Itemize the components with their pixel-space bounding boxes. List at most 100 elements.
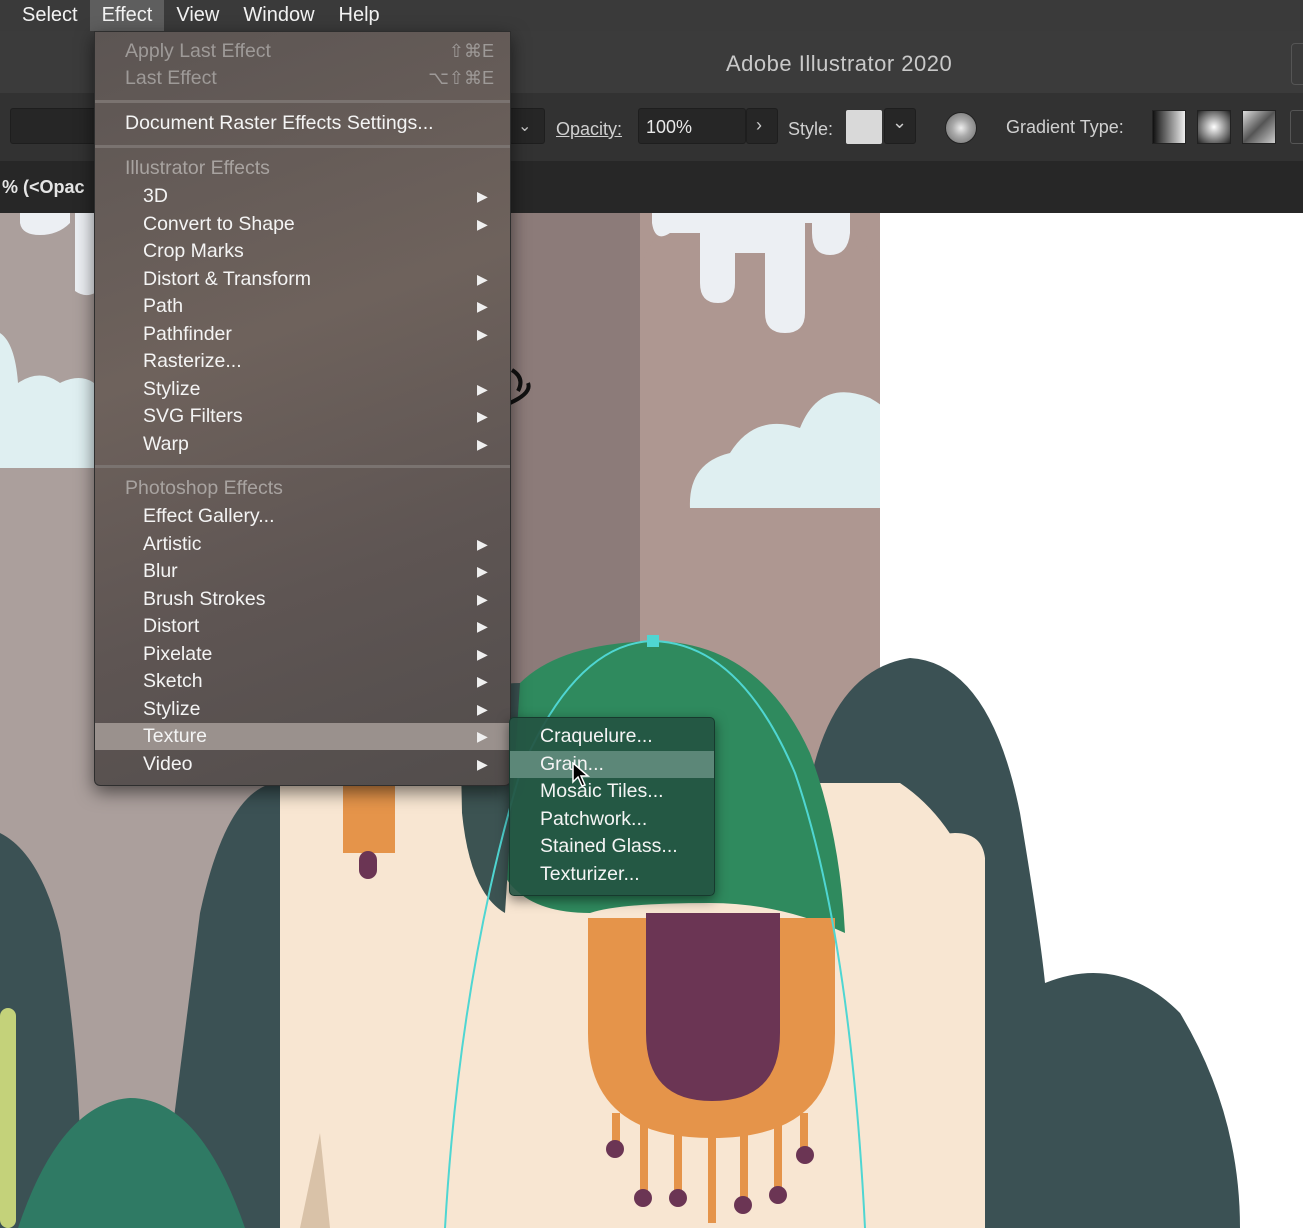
chevron-right-icon: › [756, 115, 762, 135]
left-field[interactable] [10, 108, 98, 144]
shortcut-label: ⇧⌘E [448, 41, 494, 61]
menu-item-effect-gallery[interactable]: Effect Gallery... [95, 503, 510, 530]
submenu-arrow-icon: ▶ [477, 728, 488, 744]
menu-item-convert-to-shape[interactable]: Convert to Shape ▶ [95, 211, 510, 238]
menu-item-stylize[interactable]: Stylize ▶ [95, 696, 510, 723]
linear-gradient-icon[interactable] [1152, 110, 1186, 144]
menu-item-sketch[interactable]: Sketch ▶ [95, 668, 510, 695]
menu-item-brush-strokes[interactable]: Brush Strokes ▶ [95, 586, 510, 613]
menu-item-label: Convert to Shape [143, 212, 295, 235]
menu-item-label: Artistic [143, 532, 202, 555]
menu-item-label: Sketch [143, 670, 203, 692]
menu-item-warp[interactable]: Warp ▶ [95, 431, 510, 458]
gradient-type-label: Gradient Type: [1006, 117, 1124, 137]
menu-item-last-effect[interactable]: Last Effect ⌥⇧⌘E [95, 65, 510, 92]
submenu-arrow-icon: ▶ [477, 755, 488, 772]
menu-item-path[interactable]: Path ▶ [95, 293, 510, 320]
menu-item-label: Document Raster Effects Settings... [125, 112, 434, 134]
recolor-artwork-icon[interactable] [945, 112, 977, 144]
submenu-arrow-icon: ▶ [477, 673, 488, 689]
menu-item-label: SVG Filters [143, 405, 243, 427]
chevron-down-icon[interactable]: ⌄ [518, 116, 531, 136]
menu-item-label: Crop Marks [143, 240, 244, 262]
mouse-cursor-icon [572, 762, 590, 787]
menu-window[interactable]: Window [231, 0, 326, 31]
submenu-item-stained-glass[interactable]: Stained Glass... [510, 833, 714, 860]
menu-item-apply-last-effect[interactable]: Apply Last Effect ⇧⌘E [95, 38, 510, 65]
menu-item-distort-transform[interactable]: Distort & Transform ▶ [95, 266, 510, 293]
illustrator-effects-header: Illustrator Effects [95, 155, 510, 182]
menu-item-pathfinder[interactable]: Pathfinder ▶ [95, 321, 510, 348]
submenu-item-label: Craquelure... [540, 725, 653, 747]
menu-item-crop-marks[interactable]: Crop Marks [95, 238, 510, 265]
radial-gradient-icon[interactable] [1197, 110, 1231, 144]
submenu-arrow-icon: ▶ [477, 325, 488, 342]
menu-item-pixelate[interactable]: Pixelate ▶ [95, 641, 510, 668]
submenu-item-label: Mosaic Tiles... [540, 780, 664, 802]
submenu-item-mosaic-tiles[interactable]: Mosaic Tiles... [510, 778, 714, 805]
opacity-input[interactable]: 100% [638, 108, 746, 144]
submenu-arrow-icon: ▶ [477, 645, 488, 662]
style-swatch[interactable] [846, 110, 882, 144]
menu-item-video[interactable]: Video ▶ [95, 751, 510, 778]
menu-item-rasterize[interactable]: Rasterize... [95, 348, 510, 375]
menu-item-3d[interactable]: 3D ▶ [95, 183, 510, 210]
panel-edge [1291, 43, 1303, 85]
submenu-arrow-icon: ▶ [477, 408, 488, 424]
menu-item-document-raster-effects-settings[interactable]: Document Raster Effects Settings... [95, 110, 510, 137]
menu-separator [95, 100, 510, 103]
document-tab[interactable]: % (<Opac [2, 177, 85, 198]
submenu-item-grain[interactable]: Grain... [510, 750, 714, 778]
menu-item-label: Brush Strokes [143, 587, 266, 610]
opacity-arrow-button[interactable]: › [746, 108, 778, 144]
menu-bar: Select Effect View Window Help [0, 0, 1303, 31]
shortcut-label: ⌥⇧⌘E [428, 68, 494, 88]
menu-help[interactable]: Help [327, 0, 392, 31]
menu-item-label: Blur [143, 560, 178, 582]
menu-item-distort[interactable]: Distort ▶ [95, 613, 510, 640]
menu-item-artistic[interactable]: Artistic ▶ [95, 531, 510, 558]
submenu-item-label: Stained Glass... [540, 835, 678, 857]
submenu-arrow-icon: ▶ [477, 435, 488, 452]
menu-item-label: Path [143, 295, 184, 317]
menu-view[interactable]: View [164, 0, 231, 31]
menu-item-label: 3D [143, 185, 168, 207]
submenu-item-texturizer[interactable]: Texturizer... [510, 861, 714, 888]
menu-item-label: Stylize [143, 377, 201, 400]
submenu-item-patchwork[interactable]: Patchwork... [510, 806, 714, 833]
app-title: Adobe Illustrator 2020 [726, 51, 953, 76]
menu-item-texture[interactable]: Texture ▶ [95, 723, 510, 750]
opacity-label[interactable]: Opacity: [556, 119, 622, 140]
submenu-arrow-icon: ▶ [477, 380, 488, 397]
menu-item-label: Distort [143, 615, 200, 637]
menu-item-stylize[interactable]: Stylize ▶ [95, 376, 510, 403]
submenu-arrow-icon: ▶ [477, 298, 488, 314]
photoshop-effects-header: Photoshop Effects [95, 475, 510, 502]
effect-menu: Apply Last Effect ⇧⌘E Last Effect ⌥⇧⌘E D… [94, 31, 511, 786]
freeform-gradient-icon[interactable] [1242, 110, 1276, 144]
submenu-arrow-icon: ▶ [477, 535, 488, 552]
menu-item-label: Last Effect [125, 67, 217, 89]
section-header-label: Illustrator Effects [125, 157, 270, 179]
submenu-arrow-icon: ▶ [477, 590, 488, 607]
submenu-item-label: Texturizer... [540, 862, 640, 885]
menu-item-label: Pathfinder [143, 322, 232, 345]
menu-item-label: Rasterize... [143, 350, 242, 372]
menu-item-svg-filters[interactable]: SVG Filters ▶ [95, 403, 510, 430]
menu-item-label: Distort & Transform [143, 267, 311, 290]
menu-select[interactable]: Select [0, 0, 90, 31]
menu-separator [95, 145, 510, 148]
submenu-item-craquelure[interactable]: Craquelure... [510, 723, 714, 750]
section-header-label: Photoshop Effects [125, 477, 283, 499]
menu-item-label: Pixelate [143, 642, 213, 665]
style-label: Style: [788, 119, 834, 139]
submenu-arrow-icon: ▶ [477, 188, 488, 204]
style-dropdown[interactable]: ⌄ [884, 108, 916, 144]
menu-effect[interactable]: Effect [89, 0, 165, 31]
submenu-arrow-icon: ▶ [477, 270, 488, 287]
menu-item-label: Video [143, 752, 193, 775]
submenu-item-label: Patchwork... [540, 807, 648, 830]
menu-item-label: Effect Gallery... [143, 505, 275, 527]
menu-item-blur[interactable]: Blur ▶ [95, 558, 510, 585]
menu-item-label: Warp [143, 432, 189, 455]
